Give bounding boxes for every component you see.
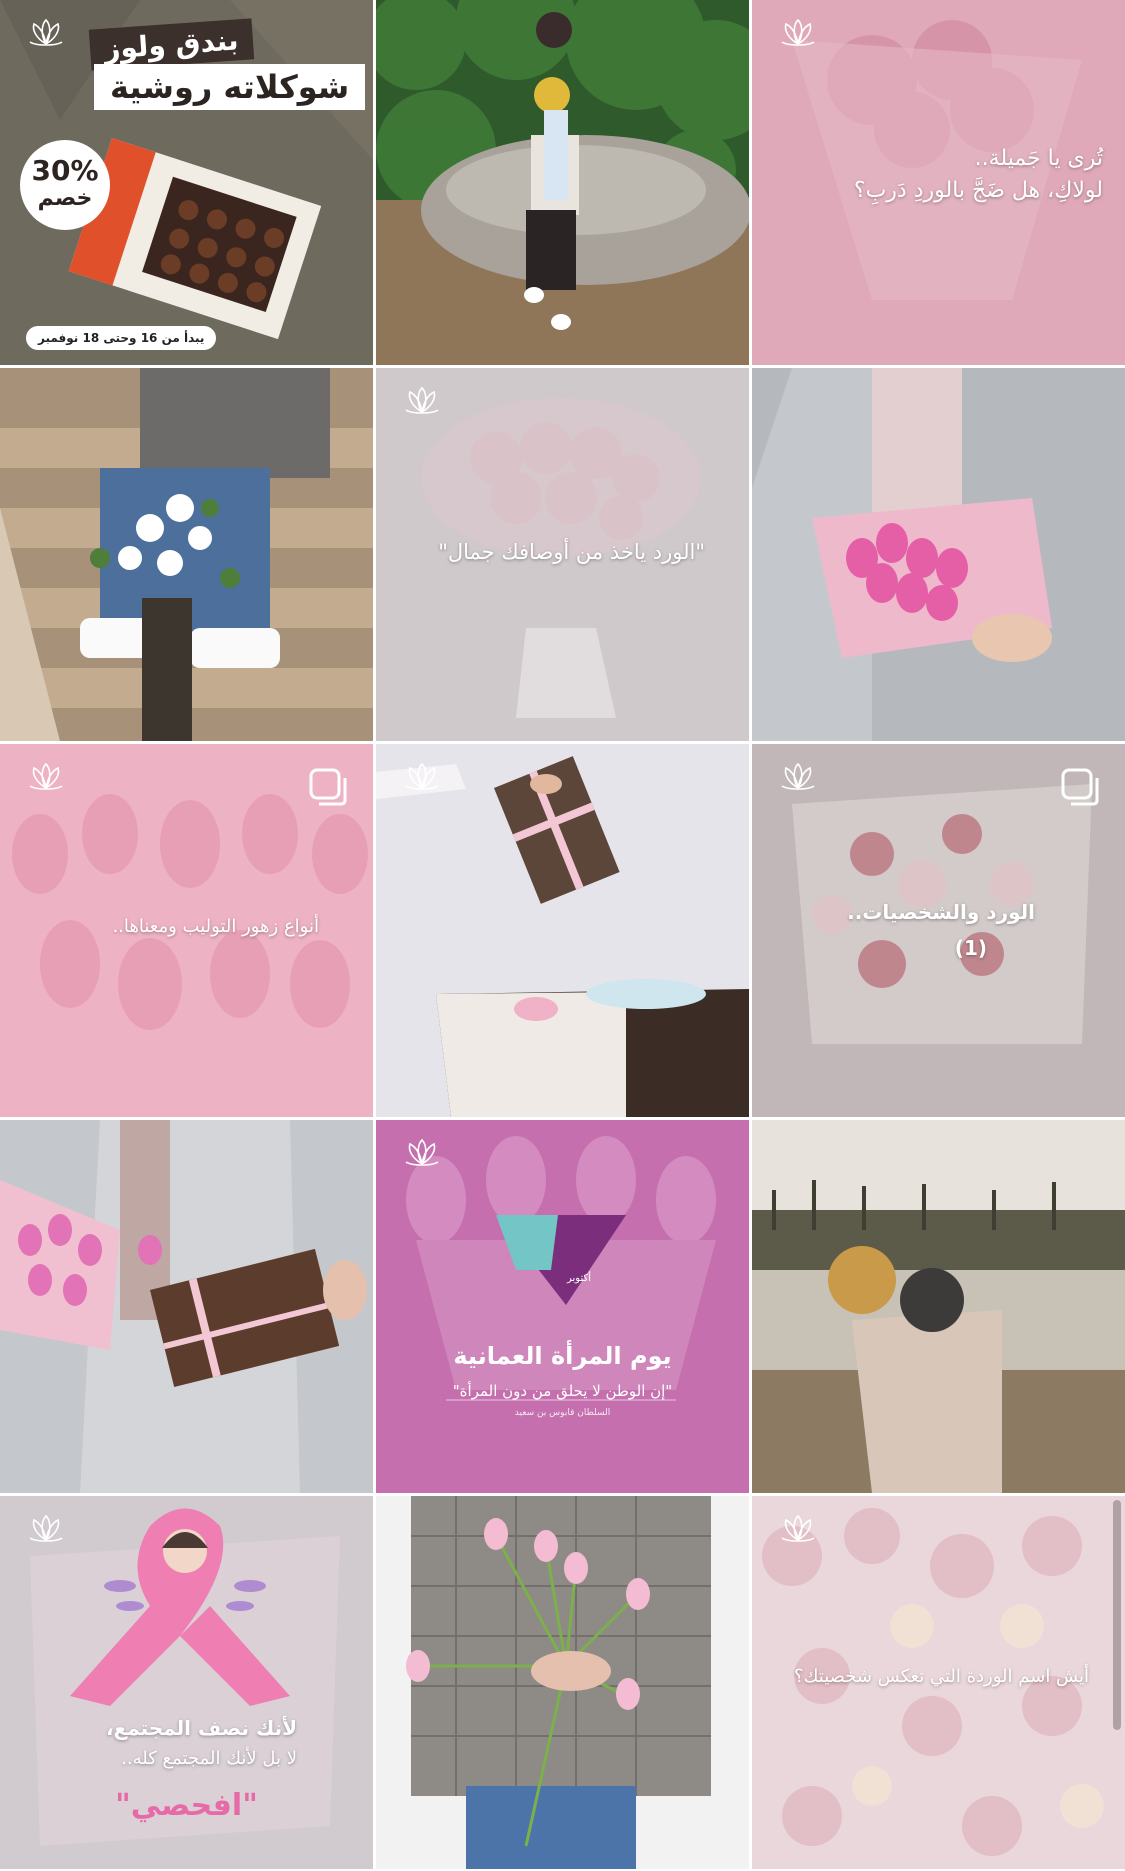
promo-date: يبدأ من 16 وحتى 18 نوفمبر (26, 326, 217, 350)
post-omani-women-day[interactable]: أكتوبر يوم المرأة العمانية "إن الوطن لا … (376, 1120, 749, 1493)
post-woman-lake[interactable] (752, 1120, 1125, 1493)
post-image (376, 744, 749, 1117)
caption-text: "الورد ياخذ من أوصافك جمال" (438, 540, 705, 564)
caption-line1: الورد والشخصيات.. (847, 900, 1035, 924)
scrollbar[interactable] (1113, 1500, 1121, 1730)
month-label: أكتوبر (567, 1273, 592, 1284)
awareness-line1: لأنك نصف المجتمع، (105, 1716, 297, 1740)
multiple-posts-icon (1061, 768, 1099, 806)
post-image (0, 368, 373, 741)
awareness-line2: لا بل لأنك المجتمع كله.. (121, 1748, 297, 1769)
post-rose-quote[interactable]: تُرى يا جَميلة.. لولاكِ، هل ضَجَّ بالورد… (752, 0, 1125, 365)
post-tulips-chocolate-box[interactable] (0, 1120, 373, 1493)
womens-day-quote: "إن الوطن لا يحلق من دون المرأة" (452, 1382, 673, 1400)
lotus-logo-icon (29, 1515, 63, 1542)
post-pink-tulips-held[interactable] (752, 368, 1125, 741)
post-breast-cancer[interactable]: لأنك نصف المجتمع، لا بل لأنك المجتمع كله… (0, 1496, 373, 1869)
lotus-logo-icon (29, 19, 63, 46)
discount-percent: 30% (31, 154, 99, 187)
post-roses-quote[interactable]: "الورد ياخذ من أوصافك جمال" (376, 368, 749, 741)
caption-text: أيش اسم الوردة التي تعكس شخصيتك؟ (794, 1666, 1089, 1687)
caption-line2: لولاكِ، هل ضَجَّ بالوردِ دَربِ؟ (853, 178, 1103, 203)
caption-line1: تُرى يا جَميلة.. (974, 146, 1103, 171)
post-chocolate-promo[interactable]: بندق ولوز شوكلاته روشية 30% خصم يبدأ من … (0, 0, 373, 365)
discount-word: خصم (37, 186, 93, 211)
lotus-logo-icon (781, 1515, 815, 1542)
lotus-logo-icon (405, 763, 439, 790)
womens-day-title: يوم المرأة العمانية (453, 1342, 672, 1370)
lotus-logo-icon (781, 763, 815, 790)
post-woman-sunflowers[interactable] (376, 0, 749, 365)
discount-badge: 30% خصم (20, 140, 110, 230)
post-rose-name-question[interactable]: أيش اسم الوردة التي تعكس شخصيتك؟ (752, 1496, 1125, 1869)
posts-grid: بندق ولوز شوكلاته روشية 30% خصم يبدأ من … (0, 0, 1125, 1871)
post-tulips-behind-back[interactable] (376, 1496, 749, 1869)
post-image (376, 0, 749, 365)
lotus-logo-icon (405, 1139, 439, 1166)
promo-title-line2: شوكلاته روشية (94, 64, 366, 110)
awareness-line3: "افحصي" (115, 1788, 258, 1823)
post-image (752, 1120, 1125, 1493)
post-vase-bouquet[interactable] (0, 368, 373, 741)
post-image (0, 1120, 373, 1493)
lotus-logo-icon (405, 387, 439, 414)
post-tulip-types[interactable]: أنواع زهور التوليب ومعناها.. (0, 744, 373, 1117)
post-roses-personalities[interactable]: الورد والشخصيات.. (1) (752, 744, 1125, 1117)
caption-line2: (1) (954, 936, 987, 960)
post-gift-box-table[interactable] (376, 744, 749, 1117)
lotus-logo-icon (781, 19, 815, 46)
caption-text: أنواع زهور التوليب ومعناها.. (112, 916, 319, 937)
post-image (376, 1120, 749, 1493)
lotus-logo-icon (29, 763, 63, 790)
womens-day-author: السلطان قابوس بن سعيد (514, 1408, 611, 1418)
post-image (376, 1496, 749, 1869)
post-image (752, 368, 1125, 741)
multiple-posts-icon (309, 768, 347, 806)
